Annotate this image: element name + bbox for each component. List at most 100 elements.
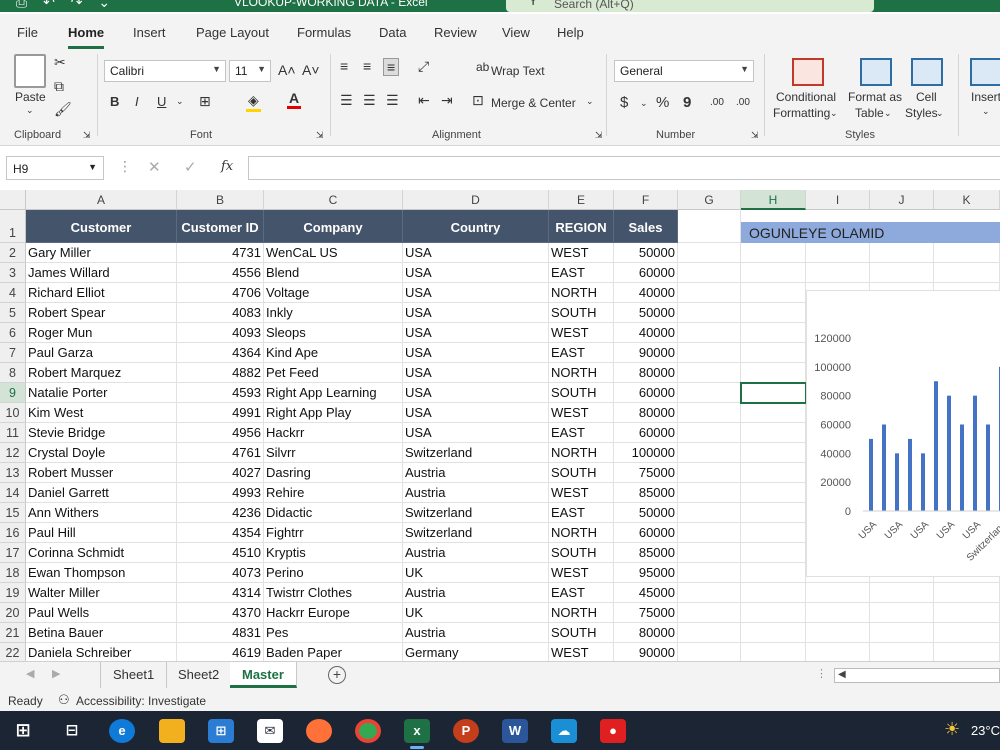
cell[interactable] bbox=[678, 263, 741, 283]
scroll-left-icon[interactable]: ◀ bbox=[26, 667, 34, 680]
table-cell[interactable]: 60000 bbox=[614, 523, 678, 543]
cell[interactable] bbox=[678, 463, 741, 483]
chart-bar[interactable] bbox=[895, 453, 899, 511]
table-cell[interactable]: James Willard bbox=[26, 263, 177, 283]
format-as-table-label-2[interactable]: Table bbox=[855, 106, 884, 120]
chart-bar[interactable] bbox=[869, 438, 873, 511]
cell[interactable] bbox=[678, 563, 741, 583]
percent-button[interactable]: % bbox=[656, 94, 669, 111]
table-cell[interactable]: 4956 bbox=[177, 423, 264, 443]
table-header-cell[interactable]: Customer ID bbox=[177, 210, 264, 243]
table-cell[interactable]: Robert Spear bbox=[26, 303, 177, 323]
cell[interactable] bbox=[934, 643, 1000, 661]
table-cell[interactable]: Richard Elliot bbox=[26, 283, 177, 303]
align-bottom-icon[interactable]: ≡ bbox=[383, 58, 400, 76]
cell[interactable] bbox=[934, 583, 1000, 603]
search-box[interactable]: ⚲ Search (Alt+Q) bbox=[506, 0, 874, 12]
table-cell[interactable]: Kim West bbox=[26, 403, 177, 423]
alignment-launcher-icon[interactable]: ⇲ bbox=[595, 130, 603, 141]
cell[interactable] bbox=[678, 363, 741, 383]
row-header[interactable]: 14 bbox=[0, 483, 26, 503]
table-cell[interactable]: 4619 bbox=[177, 643, 264, 661]
select-all-corner[interactable] bbox=[0, 190, 26, 210]
table-cell[interactable]: EAST bbox=[549, 263, 614, 283]
cell[interactable] bbox=[678, 483, 741, 503]
insert-cells-button[interactable]: Insert bbox=[971, 90, 1000, 104]
table-cell[interactable]: EAST bbox=[549, 423, 614, 443]
cell[interactable] bbox=[678, 303, 741, 323]
table-cell[interactable]: 4831 bbox=[177, 623, 264, 643]
paste-dropdown-icon[interactable]: ⌄ bbox=[26, 105, 34, 116]
table-cell[interactable]: USA bbox=[403, 263, 549, 283]
table-cell[interactable]: 80000 bbox=[614, 363, 678, 383]
table-cell[interactable]: Blend bbox=[264, 263, 403, 283]
table-cell[interactable]: Rehire bbox=[264, 483, 403, 503]
grow-font-button[interactable]: A˄ bbox=[278, 62, 296, 78]
table-cell[interactable]: UK bbox=[403, 563, 549, 583]
cell[interactable] bbox=[678, 443, 741, 463]
cell[interactable] bbox=[678, 503, 741, 523]
row-header[interactable]: 22 bbox=[0, 643, 26, 661]
cell[interactable] bbox=[870, 263, 934, 283]
chart-bar[interactable] bbox=[882, 424, 886, 512]
cell[interactable] bbox=[741, 263, 806, 283]
table-cell[interactable]: Hackrr Europe bbox=[264, 603, 403, 623]
cell[interactable] bbox=[741, 423, 806, 443]
row-header[interactable]: 1 bbox=[0, 210, 26, 243]
table-cell[interactable]: EAST bbox=[549, 503, 614, 523]
column-header-h[interactable]: H bbox=[741, 190, 806, 210]
chart-bar[interactable] bbox=[986, 424, 990, 512]
cell[interactable] bbox=[678, 243, 741, 263]
table-cell[interactable]: USA bbox=[403, 303, 549, 323]
table-cell[interactable]: Switzerland bbox=[403, 443, 549, 463]
row-header[interactable]: 11 bbox=[0, 423, 26, 443]
cell[interactable] bbox=[741, 463, 806, 483]
tab-help[interactable]: Help bbox=[557, 25, 584, 40]
table-cell[interactable]: USA bbox=[403, 243, 549, 263]
cell[interactable] bbox=[934, 263, 1000, 283]
decrease-indent-icon[interactable]: ⇤ bbox=[418, 92, 430, 109]
table-cell[interactable]: Natalie Porter bbox=[26, 383, 177, 403]
table-cell[interactable]: Baden Paper bbox=[264, 643, 403, 661]
table-cell[interactable]: Austria bbox=[403, 483, 549, 503]
row-header[interactable]: 12 bbox=[0, 443, 26, 463]
table-cell[interactable]: 4314 bbox=[177, 583, 264, 603]
table-cell[interactable]: NORTH bbox=[549, 603, 614, 623]
table-cell[interactable]: 80000 bbox=[614, 403, 678, 423]
table-cell[interactable]: Right App Play bbox=[264, 403, 403, 423]
cell[interactable] bbox=[741, 483, 806, 503]
table-cell[interactable]: Voltage bbox=[264, 283, 403, 303]
fill-color-icon[interactable]: ◈ bbox=[246, 92, 261, 112]
font-color-icon[interactable]: A bbox=[287, 90, 302, 109]
cell[interactable] bbox=[678, 643, 741, 661]
edge-icon[interactable]: e bbox=[109, 719, 135, 743]
increase-decimal-button[interactable]: .00 bbox=[710, 97, 724, 108]
cell[interactable] bbox=[741, 503, 806, 523]
table-cell[interactable]: WEST bbox=[549, 403, 614, 423]
table-cell[interactable]: 90000 bbox=[614, 643, 678, 661]
cell[interactable] bbox=[678, 403, 741, 423]
column-header-c[interactable]: C bbox=[264, 190, 403, 210]
table-cell[interactable]: 4991 bbox=[177, 403, 264, 423]
store-icon[interactable]: ⊞ bbox=[208, 719, 234, 743]
table-cell[interactable]: 4370 bbox=[177, 603, 264, 623]
column-header-e[interactable]: E bbox=[549, 190, 614, 210]
cancel-icon[interactable]: ✕ bbox=[148, 158, 161, 176]
table-cell[interactable]: 95000 bbox=[614, 563, 678, 583]
cell[interactable] bbox=[678, 343, 741, 363]
table-cell[interactable]: SOUTH bbox=[549, 463, 614, 483]
table-cell[interactable]: Betina Bauer bbox=[26, 623, 177, 643]
table-cell[interactable]: 50000 bbox=[614, 243, 678, 263]
formula-input[interactable] bbox=[248, 156, 1000, 180]
chevron-down-icon[interactable]: ⌄ bbox=[176, 96, 184, 107]
cell[interactable] bbox=[741, 323, 806, 343]
table-cell[interactable]: USA bbox=[403, 363, 549, 383]
row-header[interactable]: 16 bbox=[0, 523, 26, 543]
cell[interactable] bbox=[741, 603, 806, 623]
column-header-i[interactable]: I bbox=[806, 190, 870, 210]
table-cell[interactable]: 4556 bbox=[177, 263, 264, 283]
cell[interactable] bbox=[741, 563, 806, 583]
paste-icon[interactable] bbox=[14, 54, 46, 88]
align-center-icon[interactable]: ☰ bbox=[363, 92, 376, 109]
row-header[interactable]: 13 bbox=[0, 463, 26, 483]
